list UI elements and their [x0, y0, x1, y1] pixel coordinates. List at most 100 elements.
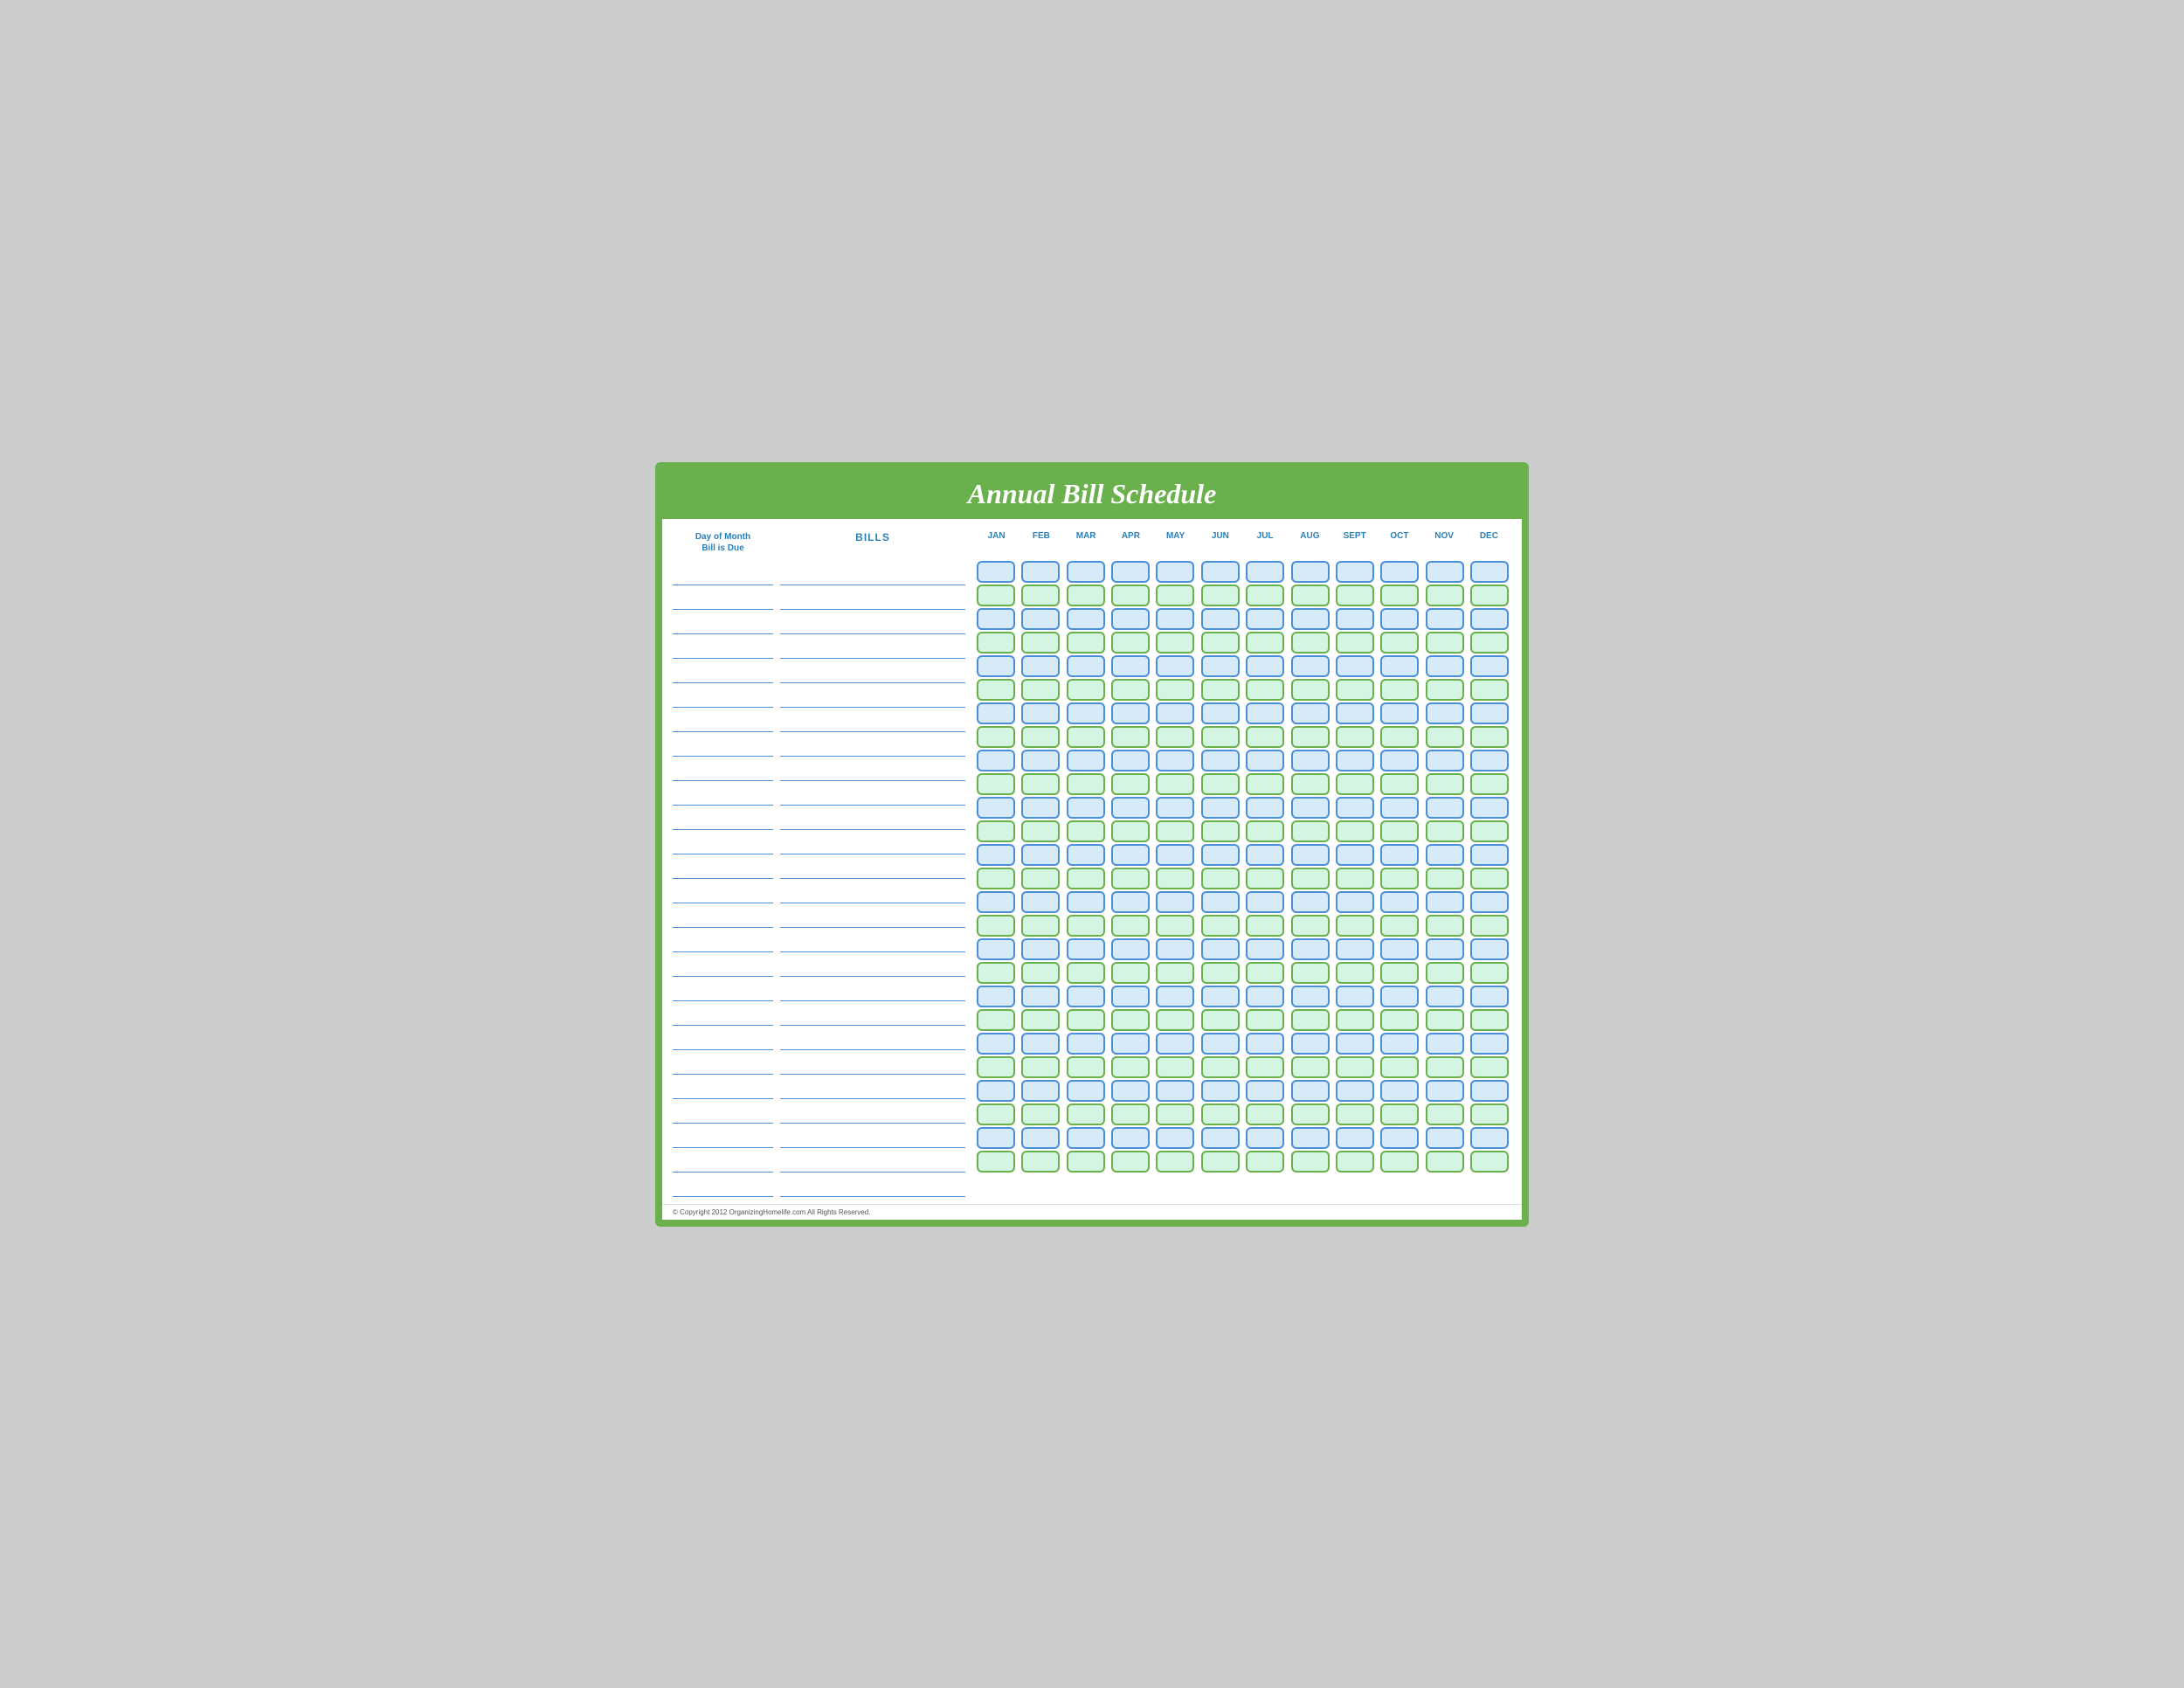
month-cell[interactable] [1021, 1127, 1060, 1149]
month-cell[interactable] [1067, 561, 1105, 583]
month-cell[interactable] [1021, 679, 1060, 701]
day-line-row[interactable] [673, 1026, 773, 1050]
day-line-row[interactable] [673, 830, 773, 854]
month-cell[interactable] [1246, 1009, 1284, 1031]
month-cell[interactable] [1380, 679, 1419, 701]
month-cell[interactable] [1067, 868, 1105, 889]
month-cell[interactable] [1470, 1151, 1509, 1173]
month-cell[interactable] [977, 868, 1015, 889]
month-cell[interactable] [1021, 561, 1060, 583]
month-cell[interactable] [1426, 1056, 1464, 1078]
month-cell[interactable] [1380, 1127, 1419, 1149]
month-cell[interactable] [1426, 632, 1464, 654]
month-cell[interactable] [1067, 679, 1105, 701]
month-cell[interactable] [1201, 938, 1240, 960]
bill-line-row[interactable] [780, 561, 965, 585]
month-cell[interactable] [1111, 585, 1150, 606]
month-cell[interactable] [1380, 986, 1419, 1007]
month-cell[interactable] [1291, 632, 1330, 654]
month-cell[interactable] [1426, 938, 1464, 960]
month-cell[interactable] [1111, 962, 1150, 984]
month-cell[interactable] [1426, 868, 1464, 889]
month-cell[interactable] [1426, 844, 1464, 866]
month-cell[interactable] [1201, 632, 1240, 654]
month-cell[interactable] [1201, 1127, 1240, 1149]
month-cell[interactable] [977, 632, 1015, 654]
day-line-row[interactable] [673, 1124, 773, 1148]
month-cell[interactable] [1470, 608, 1509, 630]
month-cell[interactable] [1111, 679, 1150, 701]
month-cell[interactable] [1246, 1056, 1284, 1078]
month-cell[interactable] [1201, 1056, 1240, 1078]
month-cell[interactable] [1067, 1009, 1105, 1031]
month-cell[interactable] [1291, 585, 1330, 606]
month-cell[interactable] [1201, 702, 1240, 724]
month-cell[interactable] [1111, 797, 1150, 819]
month-cell[interactable] [1336, 773, 1374, 795]
month-cell[interactable] [977, 938, 1015, 960]
month-cell[interactable] [1426, 1127, 1464, 1149]
month-cell[interactable] [1201, 820, 1240, 842]
month-cell[interactable] [1156, 679, 1194, 701]
month-cell[interactable] [1201, 750, 1240, 771]
bill-line-row[interactable] [780, 1124, 965, 1148]
month-cell[interactable] [977, 773, 1015, 795]
month-cell[interactable] [1156, 1009, 1194, 1031]
month-cell[interactable] [1426, 773, 1464, 795]
month-cell[interactable] [977, 797, 1015, 819]
month-cell[interactable] [1470, 962, 1509, 984]
month-cell[interactable] [1426, 608, 1464, 630]
month-cell[interactable] [1246, 1151, 1284, 1173]
month-cell[interactable] [1336, 632, 1374, 654]
month-cell[interactable] [1380, 1033, 1419, 1055]
day-line-row[interactable] [673, 634, 773, 659]
month-cell[interactable] [1021, 608, 1060, 630]
month-cell[interactable] [1111, 655, 1150, 677]
day-line-row[interactable] [673, 1050, 773, 1075]
month-cell[interactable] [1201, 986, 1240, 1007]
month-cell[interactable] [1470, 1056, 1509, 1078]
month-cell[interactable] [1291, 1033, 1330, 1055]
month-cell[interactable] [1111, 915, 1150, 937]
month-cell[interactable] [1291, 726, 1330, 748]
bill-line-row[interactable] [780, 977, 965, 1001]
month-cell[interactable] [1380, 868, 1419, 889]
month-cell[interactable] [1470, 585, 1509, 606]
month-cell[interactable] [1201, 915, 1240, 937]
month-cell[interactable] [1156, 986, 1194, 1007]
month-cell[interactable] [1380, 1151, 1419, 1173]
bill-line-row[interactable] [780, 683, 965, 708]
bill-line-row[interactable] [780, 708, 965, 732]
month-cell[interactable] [1021, 868, 1060, 889]
month-cell[interactable] [1470, 561, 1509, 583]
month-cell[interactable] [1246, 797, 1284, 819]
month-cell[interactable] [1156, 702, 1194, 724]
month-cell[interactable] [1067, 915, 1105, 937]
month-cell[interactable] [1336, 820, 1374, 842]
month-cell[interactable] [1336, 891, 1374, 913]
month-cell[interactable] [1111, 750, 1150, 771]
month-cell[interactable] [1067, 608, 1105, 630]
month-cell[interactable] [1111, 844, 1150, 866]
month-cell[interactable] [1291, 891, 1330, 913]
month-cell[interactable] [1156, 1103, 1194, 1125]
month-cell[interactable] [1246, 608, 1284, 630]
month-cell[interactable] [1336, 561, 1374, 583]
month-cell[interactable] [1067, 797, 1105, 819]
day-line-row[interactable] [673, 952, 773, 977]
month-cell[interactable] [977, 726, 1015, 748]
month-cell[interactable] [1156, 1080, 1194, 1102]
month-cell[interactable] [1291, 986, 1330, 1007]
month-cell[interactable] [1336, 750, 1374, 771]
month-cell[interactable] [1426, 797, 1464, 819]
month-cell[interactable] [1336, 585, 1374, 606]
bill-line-row[interactable] [780, 928, 965, 952]
month-cell[interactable] [1426, 820, 1464, 842]
month-cell[interactable] [1156, 891, 1194, 913]
month-cell[interactable] [1426, 726, 1464, 748]
month-cell[interactable] [1336, 844, 1374, 866]
month-cell[interactable] [1380, 702, 1419, 724]
bill-line-row[interactable] [780, 806, 965, 830]
month-cell[interactable] [1067, 962, 1105, 984]
month-cell[interactable] [1470, 938, 1509, 960]
